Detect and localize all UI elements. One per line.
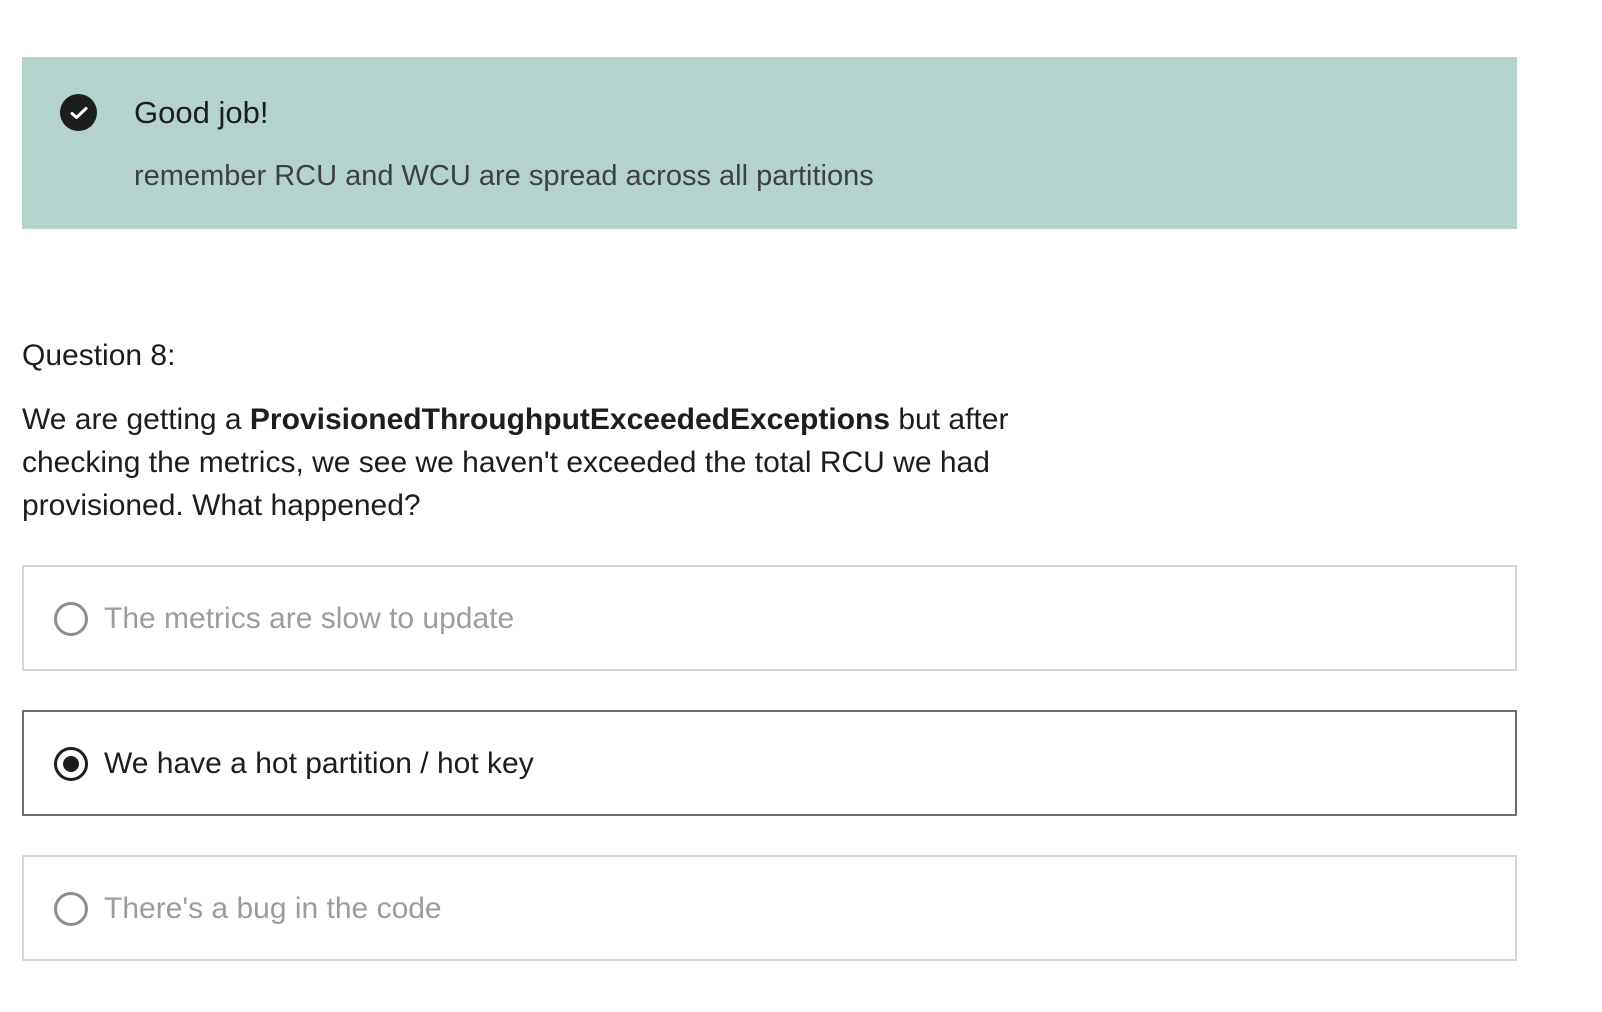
radio-button[interactable] — [54, 747, 88, 781]
answer-option-label: There's a bug in the code — [104, 892, 442, 925]
question-number: Question 8: — [22, 339, 176, 372]
radio-button[interactable] — [54, 892, 88, 926]
answer-option-label: The metrics are slow to update — [104, 602, 515, 635]
radio-selected-dot — [63, 756, 79, 772]
check-circle-icon — [60, 94, 97, 131]
answer-option-2[interactable]: We have a hot partition / hot key — [22, 710, 1517, 816]
answer-option-1[interactable]: The metrics are slow to update — [22, 565, 1517, 671]
question-text-before: We are getting a — [22, 403, 250, 436]
radio-button[interactable] — [54, 602, 88, 636]
question-prompt: We are getting a ProvisionedThroughputEx… — [22, 398, 1102, 527]
answer-option-label: We have a hot partition / hot key — [104, 747, 534, 780]
feedback-message: remember RCU and WCU are spread across a… — [134, 160, 874, 192]
feedback-banner: Good job! remember RCU and WCU are sprea… — [22, 57, 1517, 229]
question-text-bold: ProvisionedThroughputExceededExceptions — [249, 403, 891, 436]
feedback-title: Good job! — [134, 95, 269, 130]
answer-option-3[interactable]: There's a bug in the code — [22, 855, 1517, 961]
